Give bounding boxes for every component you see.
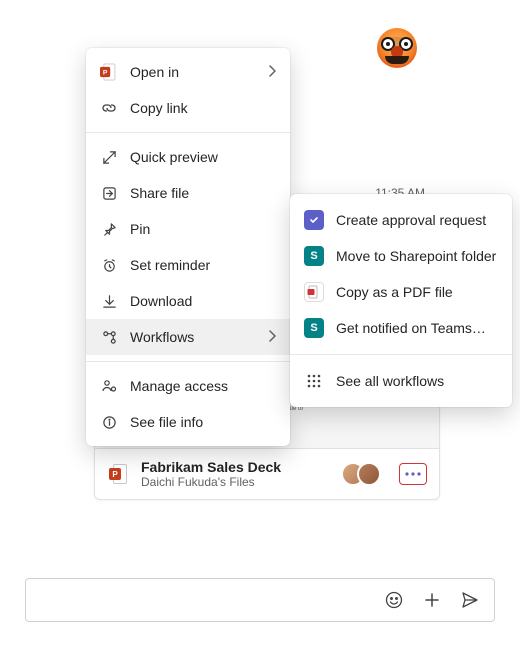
menu-set-reminder[interactable]: Set reminder (86, 247, 290, 283)
submenu-label: Create approval request (336, 212, 498, 228)
sender-avatar[interactable] (377, 28, 417, 68)
menu-label: Copy link (130, 100, 276, 116)
menu-see-file-info[interactable]: See file info (86, 404, 290, 440)
workflow-see-all[interactable]: See all workflows (290, 363, 512, 399)
menu-label: Quick preview (130, 149, 276, 165)
download-icon (100, 292, 118, 310)
submenu-label: See all workflows (336, 373, 498, 389)
workflows-submenu: Create approval request S Move to Sharep… (290, 194, 512, 407)
menu-label: Workflows (130, 329, 256, 345)
submenu-separator (290, 354, 512, 355)
collaborator-avatars[interactable] (341, 462, 381, 486)
message-input[interactable] (40, 579, 372, 621)
pin-icon (100, 220, 118, 238)
sharepoint-app-icon: S (304, 318, 324, 338)
file-more-actions-button[interactable] (399, 463, 427, 485)
file-title: Fabrikam Sales Deck (141, 459, 331, 475)
people-settings-icon (100, 377, 118, 395)
menu-workflows[interactable]: Workflows (86, 319, 290, 355)
submenu-label: Get notified on Teams… (336, 320, 498, 336)
apps-grid-icon (304, 371, 324, 391)
info-icon (100, 413, 118, 431)
expand-icon (100, 148, 118, 166)
menu-separator (86, 132, 290, 133)
menu-open-in[interactable]: P Open in (86, 54, 290, 90)
sharepoint-app-icon: S (304, 246, 324, 266)
menu-copy-link[interactable]: Copy link (86, 90, 290, 126)
workflow-get-notified[interactable]: S Get notified on Teams… (290, 310, 512, 346)
workflow-move-sharepoint[interactable]: S Move to Sharepoint folder (290, 238, 512, 274)
emoji-button[interactable] (378, 584, 410, 616)
file-location: Daichi Fukuda's Files (141, 475, 331, 489)
workflow-create-approval[interactable]: Create approval request (290, 202, 512, 238)
file-context-menu: P Open in Copy link Quick prev (86, 48, 290, 446)
message-compose-box[interactable] (25, 578, 495, 622)
menu-manage-access[interactable]: Manage access (86, 368, 290, 404)
powerpoint-icon: P (107, 462, 131, 486)
menu-share-file[interactable]: Share file (86, 175, 290, 211)
menu-label: Manage access (130, 378, 276, 394)
send-button[interactable] (454, 584, 486, 616)
menu-label: Share file (130, 185, 276, 201)
submenu-label: Copy as a PDF file (336, 284, 498, 300)
attach-add-button[interactable] (416, 584, 448, 616)
powerpoint-icon: P (100, 63, 118, 81)
send-icon (460, 590, 480, 610)
chevron-right-icon (268, 329, 276, 345)
share-icon (100, 184, 118, 202)
menu-label: Download (130, 293, 276, 309)
chevron-right-icon (268, 64, 276, 80)
menu-label: Open in (130, 64, 256, 80)
clock-icon (100, 256, 118, 274)
workflow-copy-pdf[interactable]: Copy as a PDF file (290, 274, 512, 310)
menu-separator (86, 361, 290, 362)
workflows-icon (100, 328, 118, 346)
menu-quick-preview[interactable]: Quick preview (86, 139, 290, 175)
link-icon (100, 99, 118, 117)
submenu-label: Move to Sharepoint folder (336, 248, 498, 264)
menu-label: Pin (130, 221, 276, 237)
pdf-file-icon (304, 282, 324, 302)
menu-download[interactable]: Download (86, 283, 290, 319)
emoji-icon (384, 590, 404, 610)
menu-label: Set reminder (130, 257, 276, 273)
more-horizontal-icon (405, 472, 421, 476)
approvals-app-icon (304, 210, 324, 230)
plus-icon (423, 591, 441, 609)
menu-pin[interactable]: Pin (86, 211, 290, 247)
menu-label: See file info (130, 414, 276, 430)
